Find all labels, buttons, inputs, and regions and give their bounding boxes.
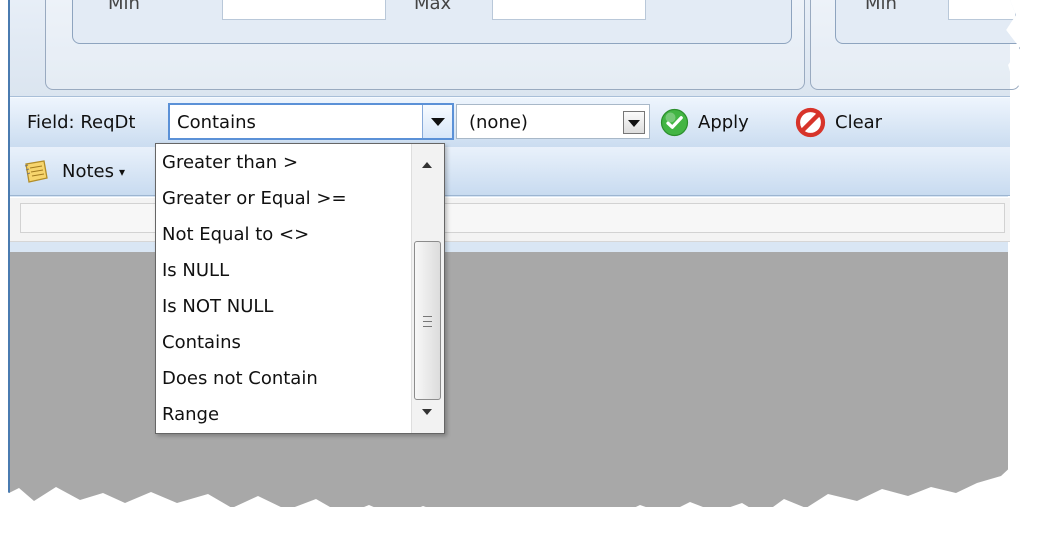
prohibited-icon: [795, 107, 826, 137]
field-label: Field: ReqDt: [27, 112, 136, 133]
operator-option-contains[interactable]: Contains: [156, 324, 411, 360]
right-min-input[interactable]: [948, 0, 1016, 20]
check-circle-icon: [660, 108, 689, 136]
chevron-down-icon: [431, 118, 445, 126]
notes-icon: [24, 160, 48, 183]
operator-dropdown-button[interactable]: [422, 105, 452, 138]
value-selected-value: (none): [469, 112, 528, 133]
operator-dropdown-list[interactable]: Greater than > Greater or Equal >= Not E…: [155, 143, 445, 434]
max-input[interactable]: [492, 0, 646, 20]
screenshot-stage: Min Max Min Field: ReqDt Contains (none)…: [0, 0, 1038, 537]
operator-option-not-equal[interactable]: Not Equal to <>: [156, 216, 411, 252]
apply-label: Apply: [698, 111, 749, 133]
operator-option-greater-or-equal[interactable]: Greater or Equal >=: [156, 180, 411, 216]
operator-option-range[interactable]: Range: [156, 396, 411, 432]
scroll-thumb[interactable]: [414, 241, 441, 400]
operator-option-greater-than[interactable]: Greater than >: [156, 144, 411, 180]
notes-button[interactable]: Notes ▾: [22, 158, 125, 185]
chevron-down-icon: [628, 120, 640, 127]
value-dropdown-button[interactable]: [623, 111, 645, 134]
operator-option-is-not-null[interactable]: Is NOT NULL: [156, 288, 411, 324]
min-input[interactable]: [222, 0, 386, 20]
clear-label: Clear: [835, 111, 883, 133]
operator-options: Greater than > Greater or Equal >= Not E…: [156, 144, 411, 433]
torn-screenshot-clip: Min Max Min Field: ReqDt Contains (none)…: [0, 0, 1035, 523]
dropdown-scrollbar[interactable]: [411, 144, 444, 433]
range-filter-panel: Min Max Min: [10, 0, 1025, 97]
operator-combobox[interactable]: Contains: [168, 103, 454, 140]
operator-selected-value: Contains: [177, 112, 256, 133]
operator-option-is-null[interactable]: Is NULL: [156, 252, 411, 288]
scroll-down-icon[interactable]: [422, 409, 432, 415]
operator-option-does-not-contain[interactable]: Does not Contain: [156, 360, 411, 396]
right-min-label: Min: [865, 0, 897, 14]
value-combobox[interactable]: (none): [456, 104, 650, 139]
scroll-up-icon[interactable]: [422, 162, 432, 168]
chevron-down-icon: ▾: [119, 164, 126, 179]
clear-button[interactable]: Clear: [795, 106, 882, 138]
filter-toolbar: Field: ReqDt Contains (none) Apply Clear: [10, 97, 1010, 149]
apply-button[interactable]: Apply: [660, 106, 749, 138]
notes-label: Notes: [62, 161, 114, 182]
min-label: Min: [108, 0, 140, 14]
max-label: Max: [414, 0, 452, 14]
grip-lines-icon: [423, 316, 432, 327]
